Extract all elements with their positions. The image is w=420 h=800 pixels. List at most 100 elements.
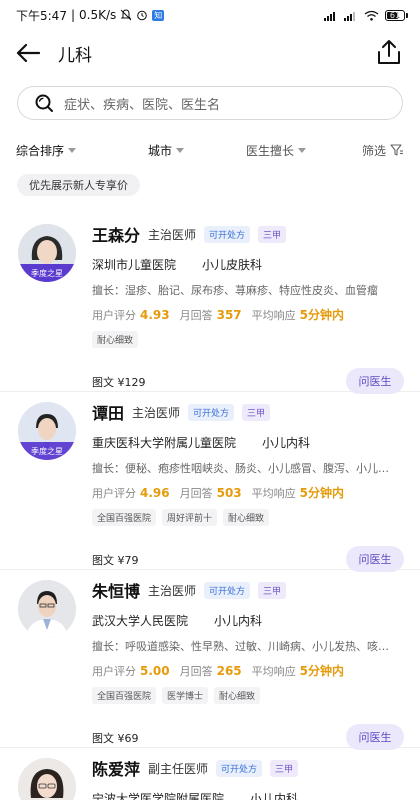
back-arrow-icon — [16, 43, 40, 63]
avatar — [18, 580, 76, 638]
battery-icon: 61 — [385, 9, 408, 21]
metrics-row: 用户评分 5.00 月回答 265 平均响应 5分钟内 — [92, 662, 404, 679]
chevron-down-icon — [68, 147, 77, 153]
back-button[interactable] — [16, 37, 48, 69]
rating-value: 4.96 — [140, 485, 170, 500]
doctor-badge: 全国百强医院 — [92, 509, 157, 526]
department: 小儿内科 — [250, 792, 299, 800]
chevron-down-icon — [176, 147, 185, 153]
sort-dropdown[interactable]: 综合排序 — [16, 142, 77, 159]
rating-label: 用户评分 — [92, 664, 136, 678]
avatar-star-label: 季度之星 — [31, 446, 63, 456]
response-value: 5分钟内 — [299, 486, 345, 500]
signal-icon-2 — [344, 11, 355, 21]
doctor-name: 朱恒博 — [92, 582, 141, 601]
doctor-badge: 医学博士 — [162, 687, 209, 704]
grade-tag: 三甲 — [258, 225, 287, 243]
doctor-title: 主治医师 — [148, 227, 197, 242]
monthly-label: 月回答 — [179, 664, 213, 678]
doctor-card[interactable]: 陈爱萍 副主任医师 可开处方 三甲 宁波大学医学院附属医院 小儿内科 — [0, 748, 420, 800]
monthly-value: 265 — [216, 663, 242, 678]
battery-level: 61 — [389, 10, 401, 20]
avatar-star-label: 季度之星 — [31, 268, 63, 278]
prescription-tag: 可开处方 — [204, 225, 251, 243]
price-text: 图文 ¥69 — [92, 732, 139, 745]
avatar: 季度之星 — [18, 402, 76, 460]
response-label: 平均响应 — [251, 486, 296, 500]
city-label: 城市 — [148, 143, 173, 158]
doctor-title: 副主任医师 — [148, 761, 209, 776]
hospital-name: 武汉大学人民医院 — [92, 614, 189, 628]
filter-bar: 综合排序 城市 医生擅长 筛选 — [0, 130, 420, 170]
price-text: 图文 ¥129 — [92, 376, 146, 389]
price-text: 图文 ¥79 — [92, 554, 139, 567]
app-notification-icon: 知 — [152, 9, 165, 21]
mute-icon — [120, 9, 132, 21]
hospital-name: 重庆医科大学附属儿童医院 — [92, 436, 237, 450]
status-bar: 下午5:47 | 0.5K/s 知 61 — [0, 0, 420, 30]
doctor-title: 主治医师 — [148, 583, 197, 598]
department: 小儿内科 — [214, 614, 263, 628]
filter-label: 筛选 — [361, 143, 386, 158]
doctor-name: 陈爱萍 — [92, 760, 141, 779]
doctor-name: 王森分 — [92, 226, 141, 245]
grade-tag: 三甲 — [258, 581, 287, 599]
doctor-badge: 耐心细致 — [214, 687, 261, 704]
search-placeholder: 症状、疾病、医院、医生名 — [64, 97, 221, 113]
share-button[interactable] — [374, 38, 404, 68]
search-input[interactable]: 症状、疾病、医院、医生名 — [17, 86, 403, 120]
response-value: 5分钟内 — [299, 664, 345, 678]
prescription-tag: 可开处方 — [188, 403, 235, 421]
sort-label: 综合排序 — [16, 143, 65, 158]
hospital-name: 深圳市儿童医院 — [92, 258, 177, 272]
response-value: 5分钟内 — [299, 308, 345, 322]
specialty-label: 医生擅长 — [246, 143, 295, 158]
ask-doctor-button[interactable]: 问医生 — [346, 724, 404, 750]
promo-chip[interactable]: 优先展示新人专享价 — [17, 174, 140, 196]
response-label: 平均响应 — [251, 664, 296, 678]
nav-bar: 儿科 — [0, 30, 420, 76]
doctor-badge: 耐心细致 — [92, 331, 139, 348]
status-time: 下午5:47 — [16, 8, 67, 23]
avatar — [18, 758, 76, 800]
doctor-badge: 周好评前十 — [162, 509, 218, 526]
response-label: 平均响应 — [251, 308, 296, 322]
chevron-down-icon — [298, 147, 307, 153]
wifi-icon — [364, 10, 379, 21]
doctor-card[interactable]: 季度之星 王森分 主治医师 可开处方 三甲 深圳市儿童医院 小儿皮肤科 擅长：湿… — [0, 214, 420, 394]
doctor-badge: 全国百强医院 — [92, 687, 157, 704]
specialty-text: 擅长：湿疹、胎记、尿布疹、荨麻疹、特应性皮炎、血管瘤 — [92, 284, 378, 297]
specialty-text: 擅长：便秘、疱疹性咽峡炎、肠炎、小儿感冒、腹泻、小儿… — [92, 462, 389, 475]
grade-tag: 三甲 — [242, 403, 271, 421]
rating-value: 5.00 — [140, 663, 170, 678]
monthly-label: 月回答 — [179, 308, 213, 322]
monthly-value: 357 — [216, 307, 242, 322]
city-dropdown[interactable]: 城市 — [148, 142, 185, 159]
prescription-tag: 可开处方 — [204, 581, 251, 599]
doctor-list: 季度之星 王森分 主治医师 可开处方 三甲 深圳市儿童医院 小儿皮肤科 擅长：湿… — [0, 214, 420, 800]
search-icon — [35, 94, 53, 112]
ask-doctor-button[interactable]: 问医生 — [346, 546, 404, 572]
department: 小儿内科 — [262, 436, 311, 450]
grade-tag: 三甲 — [270, 759, 299, 777]
share-icon — [378, 40, 400, 64]
department: 小儿皮肤科 — [202, 258, 263, 272]
rating-label: 用户评分 — [92, 486, 136, 500]
doctor-card[interactable]: 朱恒博 主治医师 可开处方 三甲 武汉大学人民医院 小儿内科 擅长：呼吸道感染、… — [0, 570, 420, 750]
specialty-dropdown[interactable]: 医生擅长 — [246, 142, 307, 159]
hospital-name: 宁波大学医学院附属医院 — [92, 792, 225, 800]
metrics-row: 用户评分 4.96 月回答 503 平均响应 5分钟内 — [92, 484, 404, 501]
doctor-card[interactable]: 季度之星 谭田 主治医师 可开处方 三甲 重庆医科大学附属儿童医院 小儿内科 擅… — [0, 392, 420, 572]
prescription-tag: 可开处方 — [216, 759, 263, 777]
monthly-label: 月回答 — [179, 486, 213, 500]
doctor-title: 主治医师 — [132, 405, 181, 420]
rating-value: 4.93 — [140, 307, 170, 322]
ask-doctor-button[interactable]: 问医生 — [346, 368, 404, 394]
signal-icon — [324, 11, 335, 21]
filter-button[interactable]: 筛选 — [362, 142, 404, 159]
doctor-name: 谭田 — [92, 404, 125, 423]
monthly-value: 503 — [216, 485, 242, 500]
rating-label: 用户评分 — [92, 308, 136, 322]
specialty-text: 擅长：呼吸道感染、性早熟、过敏、川崎病、小儿发热、咳… — [92, 640, 389, 653]
alarm-icon — [137, 10, 148, 21]
